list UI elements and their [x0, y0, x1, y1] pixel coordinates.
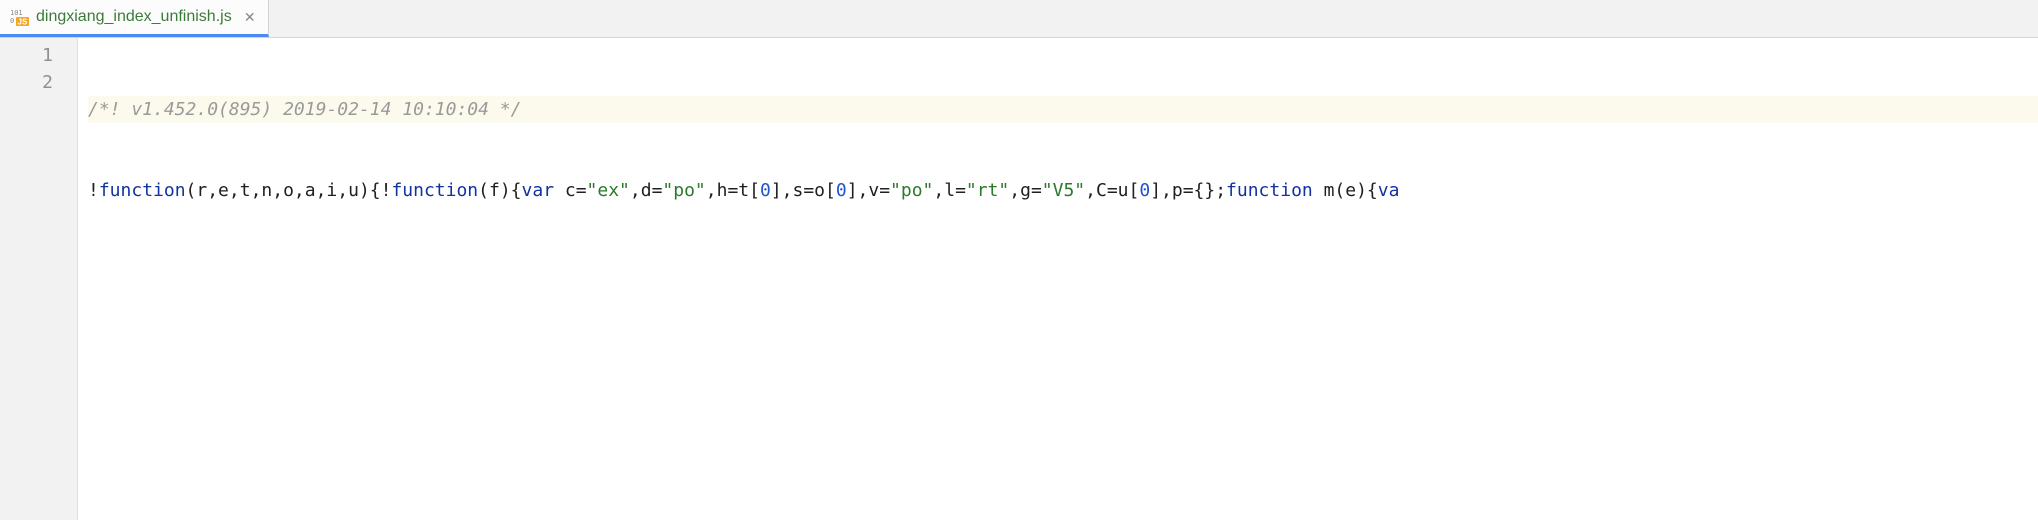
- editor-tab[interactable]: 101 0 JS dingxiang_index_unfinish.js ✕: [0, 0, 269, 37]
- gutter: 1 2: [0, 38, 78, 520]
- js-file-icon: 101 0 JS: [10, 7, 30, 27]
- code-area[interactable]: /*! v1.452.0(895) 2019-02-14 10:10:04 */…: [78, 38, 2038, 520]
- code-line-1: /*! v1.452.0(895) 2019-02-14 10:10:04 */: [88, 96, 2038, 123]
- line-number[interactable]: 2: [0, 69, 53, 96]
- svg-text:0: 0: [10, 17, 14, 25]
- comment-token: /*! v1.452.0(895) 2019-02-14 10:10:04 */: [88, 99, 521, 120]
- svg-text:101: 101: [10, 9, 23, 17]
- close-icon[interactable]: ✕: [242, 9, 258, 25]
- tab-bar: 101 0 JS dingxiang_index_unfinish.js ✕: [0, 0, 2038, 38]
- code-editor: 1 2 /*! v1.452.0(895) 2019-02-14 10:10:0…: [0, 38, 2038, 520]
- code-line-2: !function(r,e,t,n,o,a,i,u){!function(f){…: [88, 177, 2038, 204]
- tab-filename: dingxiang_index_unfinish.js: [36, 8, 232, 26]
- line-number[interactable]: 1: [0, 42, 53, 69]
- svg-text:JS: JS: [18, 18, 28, 27]
